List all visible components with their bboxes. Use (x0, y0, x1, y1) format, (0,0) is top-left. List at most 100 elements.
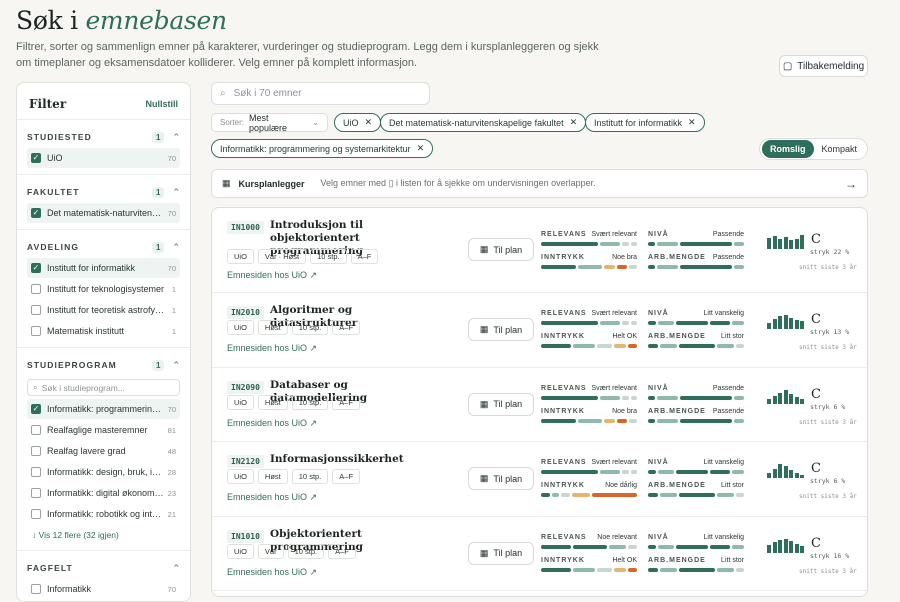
active-filter-chip[interactable]: Institutt for informatikk ✕ (585, 113, 705, 132)
close-icon[interactable]: ✕ (570, 117, 578, 128)
grade-bar (772, 541, 777, 553)
filter-option[interactable]: ✓ UiO 70 (27, 148, 180, 168)
sort-select[interactable]: Sorter: Mest populære ⌄ (211, 113, 328, 133)
rating-distribution-bar (648, 418, 744, 423)
filter-option-count: 70 (167, 208, 176, 218)
filter-option-label: Realfag lavere grad (47, 446, 126, 456)
relevans-metric: RELEVANS Noe relevant (541, 534, 637, 549)
checkbox[interactable] (31, 467, 41, 477)
view-comfy-button[interactable]: Romslig (762, 140, 814, 158)
filter-option[interactable]: Institutt for teoretisk astrofysikk 1 (27, 300, 180, 320)
filter-section-header[interactable]: FAGFELT ⌃ (27, 558, 180, 578)
inntrykk-metric: INNTRYKK Noe dårlig (541, 482, 637, 497)
filter-count-badge: 1 (152, 241, 165, 253)
filter-option[interactable]: Informatikk 70 (27, 579, 180, 599)
filter-section-header[interactable]: FAKULTET 1 ⌃ (27, 182, 180, 202)
filter-option-count: 48 (167, 446, 176, 456)
checkbox[interactable]: ✓ (31, 208, 41, 218)
filter-option-label: Institutt for teknologisystemer (47, 284, 165, 294)
filter-section: AVDELING 1 ⌃ ✓ Institutt for informatikk 70 In… (17, 229, 190, 347)
external-link-icon: ↗ (307, 417, 318, 428)
rating-distribution-bar (648, 265, 744, 269)
grade-bar (767, 472, 771, 478)
add-to-plan-button[interactable]: ▦ Til plan (468, 541, 534, 565)
arb-metric: ARB.MENGDE Passende (648, 254, 744, 269)
course-page-link[interactable]: Emnesiden hos UiO ↗ (227, 492, 317, 503)
add-to-plan-button[interactable]: ▦ Til plan (468, 467, 534, 490)
chevron-up-icon: ⌃ (172, 131, 180, 142)
search-input[interactable]: ⌕ Søk i 70 emner (211, 82, 430, 105)
checkbox[interactable] (31, 425, 41, 435)
checkbox[interactable] (31, 584, 41, 594)
filter-option[interactable]: ✓ Informatikk: programmering og systemark… (27, 399, 180, 419)
search-icon: ⌕ (33, 382, 38, 392)
filter-option[interactable]: Matematisk institutt 1 (27, 321, 180, 341)
active-filter-chip[interactable]: Informatikk: programmering og systemarki… (211, 139, 434, 158)
active-filter-chip[interactable]: UiO ✕ (334, 113, 382, 132)
niva-metric: NIVÅ Passende (648, 385, 744, 400)
filter-option-label: Realfaglige masteremner (47, 425, 148, 435)
close-icon[interactable]: ✕ (417, 143, 425, 154)
course-page-link[interactable]: Emnesiden hos UiO ↗ (227, 270, 317, 281)
course-page-link[interactable]: Emnesiden hos UiO ↗ (227, 343, 317, 354)
filter-title: Filter (29, 97, 67, 111)
checkbox[interactable] (31, 509, 41, 519)
close-icon[interactable]: ✕ (688, 117, 696, 128)
view-compact-button[interactable]: Kompakt (814, 140, 866, 158)
filter-option[interactable]: Informatikk: robotikk og intelligente sy… (27, 504, 180, 524)
course-page-link[interactable]: Emnesiden hos UiO ↗ (227, 567, 317, 578)
add-to-plan-button[interactable]: ▦ Til plan (468, 392, 534, 416)
add-to-plan-button[interactable]: ▦ Til plan (468, 238, 534, 261)
course-name[interactable]: Informasjonssikkerhet (270, 453, 440, 466)
active-filter-chip[interactable]: Det matematisk-naturvitenskapelige fakul… (380, 113, 587, 132)
grade-distribution-chart (767, 538, 804, 553)
niva-metric: NIVÅ Passende (648, 231, 744, 246)
filter-option[interactable]: Institutt for teknologisystemer 1 (27, 279, 180, 299)
checkbox[interactable] (31, 488, 41, 498)
filter-option[interactable]: Realfaglige masteremner 81 (27, 420, 180, 440)
grade-bar (800, 474, 804, 478)
course-planner-bar[interactable]: ▦ Kursplanlegger Velg emner med ▯ i list… (211, 169, 868, 198)
arb-metric: ARB.MENGDE Litt stor (648, 482, 744, 497)
course-tag: 10 stp. (310, 249, 347, 264)
filter-option[interactable]: Informatikk: design, bruk, interaksjon28 (27, 462, 180, 482)
close-icon[interactable]: ✕ (365, 117, 373, 128)
reset-filters-button[interactable]: Nullstill (145, 99, 178, 109)
calendar-icon: ▦ (479, 547, 489, 558)
filter-section-title: FAKULTET (27, 187, 80, 197)
filter-option[interactable]: ✓ Det matematisk-naturvitenskapelige faku… (27, 203, 180, 223)
checkbox[interactable]: ✓ (31, 153, 41, 163)
niva-metric: NIVÅ Litt vanskelig (648, 310, 744, 325)
filter-option[interactable]: Informatikk: digital økonomi og ledelse2… (27, 483, 180, 503)
fail-rate: stryk 22 % (810, 248, 850, 256)
filter-section-header[interactable]: AVDELING 1 ⌃ (27, 237, 180, 257)
program-search-input[interactable]: ⌕ Søk i studieprogram... (27, 379, 180, 396)
course-page-link[interactable]: Emnesiden hos UiO ↗ (227, 418, 317, 429)
checkbox[interactable] (31, 284, 41, 294)
grade-bar (783, 389, 788, 404)
checkbox[interactable] (31, 305, 41, 315)
checkbox[interactable]: ✓ (31, 263, 41, 273)
feedback-button[interactable]: ▢ Tilbakemelding (779, 55, 868, 77)
filter-section-header[interactable]: STUDIESTED 1 ⌃ (27, 127, 180, 147)
checkbox[interactable] (31, 446, 41, 456)
checkbox[interactable] (31, 326, 41, 336)
course-tags: UiO Vår · Høst 10 stp. A–F (227, 249, 379, 264)
course-row: IN2010 Algoritmer og datastrukturer UiO Høs… (212, 293, 867, 368)
course-tag: UiO (227, 543, 254, 559)
show-more-link[interactable]: ↓ Vis 12 flere (32 igjen) (32, 530, 180, 540)
add-to-plan-button[interactable]: ▦ Til plan (468, 318, 534, 341)
course-tag: 10 stp. (291, 394, 329, 410)
course-code: IN2090 (227, 380, 264, 394)
filter-section-title: STUDIEPROGRAM (27, 360, 117, 370)
checkbox[interactable]: ✓ (31, 404, 41, 414)
filter-option[interactable]: ✓ Institutt for informatikk 70 (27, 258, 180, 278)
course-code: IN1000 (227, 221, 264, 234)
rating-distribution-bar (541, 567, 637, 572)
grade-bar (794, 472, 799, 478)
filter-section: STUDIEPROGRAM 1 ⌃ ⌕ Søk i studieprogram... ✓ I… (17, 347, 190, 550)
filter-section-header[interactable]: STUDIEPROGRAM 1 ⌃ (27, 355, 180, 375)
rating-distribution-bar (648, 395, 744, 400)
filter-option[interactable]: Realfag lavere grad 48 (27, 441, 180, 461)
filter-section-title: STUDIESTED (27, 132, 92, 142)
